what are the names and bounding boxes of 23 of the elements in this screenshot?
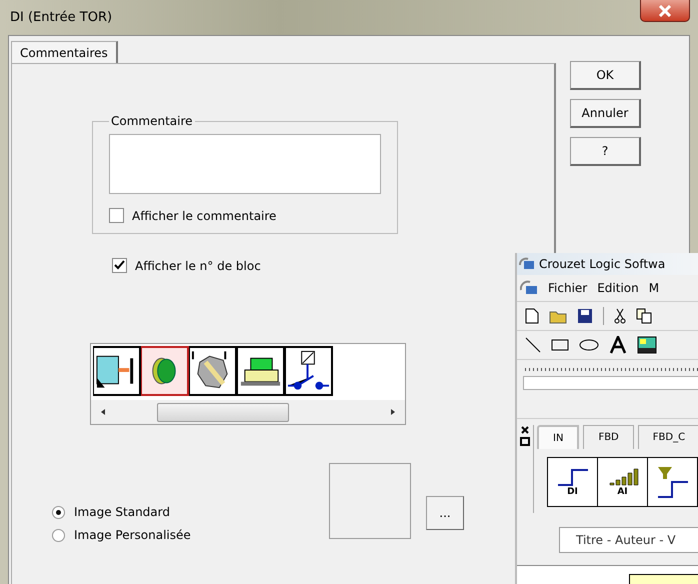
checkbox-label: Afficher le commentaire xyxy=(132,208,276,222)
radio-label: Image Personalisée xyxy=(74,528,191,542)
window-title: DI (Entrée TOR) xyxy=(10,10,112,25)
palette-item[interactable]: DI xyxy=(548,458,598,506)
palette-item-label: AI xyxy=(617,487,628,497)
palette-item[interactable]: AI xyxy=(598,458,648,506)
menu-item[interactable]: M xyxy=(648,281,660,295)
radio-label: Image Standard xyxy=(74,505,170,519)
tab[interactable]: Commentaires xyxy=(11,41,118,63)
dialog-button[interactable]: OK xyxy=(570,61,641,90)
group-title: Commentaire xyxy=(110,114,194,128)
dialog-button[interactable]: Annuler xyxy=(570,99,641,128)
palette-tab[interactable]: FBD_C xyxy=(638,425,698,449)
window-title: Crouzet Logic Softwa xyxy=(539,257,666,271)
checkbox-label: Afficher le n° de bloc xyxy=(135,258,261,272)
dialog-button[interactable]: ? xyxy=(570,137,641,166)
title-field[interactable]: Titre - Auteur - V xyxy=(559,527,698,553)
menu-item[interactable]: Edition xyxy=(597,281,639,295)
palette-item-label: DI xyxy=(567,487,578,497)
palette-tab[interactable]: FBD xyxy=(583,425,634,449)
browse-button[interactable]: ... xyxy=(426,496,464,530)
palette-tab[interactable]: IN xyxy=(537,425,580,449)
menu-item[interactable]: Fichier xyxy=(548,281,588,295)
